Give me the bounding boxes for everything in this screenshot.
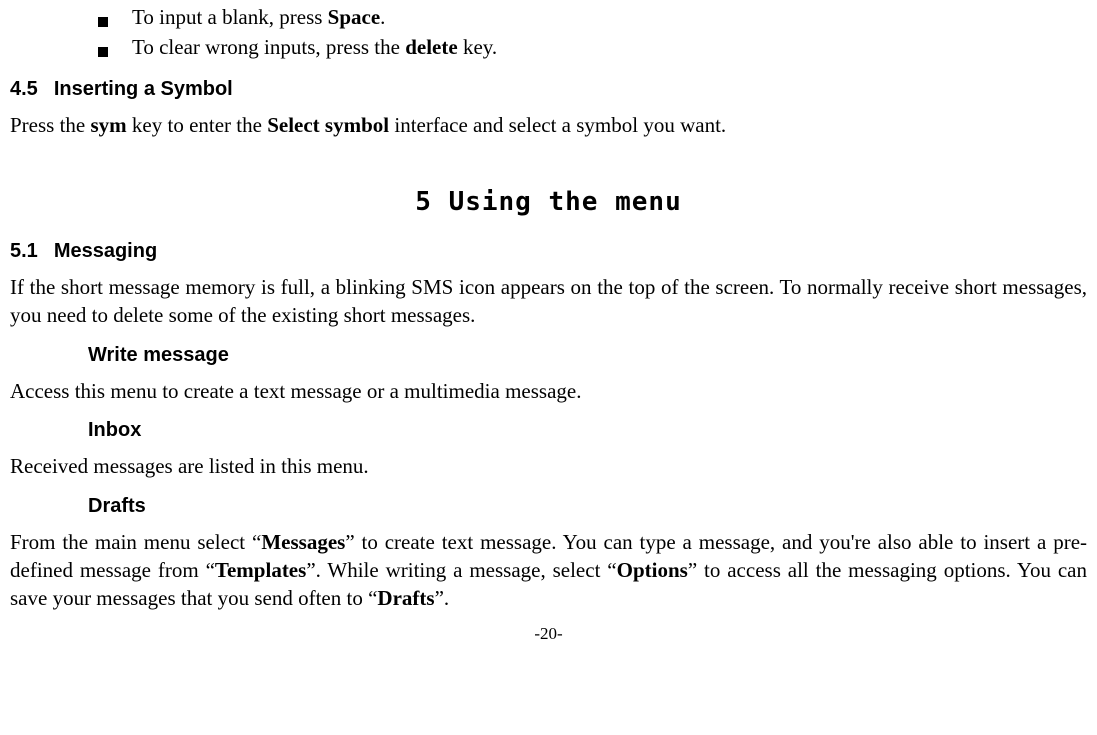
paragraph: Press the sym key to enter the Select sy… [10,111,1087,139]
bullet-item: To clear wrong inputs, press the delete … [10,33,1087,61]
section-title: Inserting a Symbol [54,78,233,100]
text: interface and select a symbol you want. [389,113,726,137]
section-heading-5-1: 5.1 Messaging [10,238,1087,265]
text: ”. [435,586,450,610]
bullet-item: To input a blank, press Space. [10,3,1087,31]
bold-text: Drafts [377,586,434,610]
chapter-heading-5: 5 Using the menu [10,185,1087,220]
bold-text: Select symbol [267,113,389,137]
bold-text: Options [617,558,688,582]
section-number: 4.5 [10,76,38,103]
section-heading-4-5: 4.5 Inserting a Symbol [10,76,1087,103]
paragraph: From the main menu select “Messages” to … [10,528,1087,613]
text: key to enter the [127,113,268,137]
bold-text: delete [405,35,457,59]
text: Press the [10,113,91,137]
text: From the main menu select “ [10,530,261,554]
bold-text: Templates [215,558,306,582]
text: . [380,5,385,29]
paragraph: Received messages are listed in this men… [10,452,1087,480]
paragraph: If the short message memory is full, a b… [10,273,1087,330]
page-number: -20- [10,623,1087,646]
sub-heading-drafts: Drafts [88,493,1087,520]
bullet-text: To clear wrong inputs, press the delete … [132,33,1087,61]
text: ”. While writing a message, select “ [306,558,616,582]
bold-text: sym [91,113,127,137]
bullet-list: To input a blank, press Space. To clear … [10,3,1087,62]
sub-heading-inbox: Inbox [88,417,1087,444]
text: To input a blank, press [132,5,328,29]
bold-text: Messages [261,530,345,554]
square-bullet-icon [98,47,108,57]
bullet-text: To input a blank, press Space. [132,3,1087,31]
paragraph: Access this menu to create a text messag… [10,377,1087,405]
square-bullet-icon [98,17,108,27]
section-title: Messaging [54,240,157,262]
text: key. [458,35,497,59]
text: To clear wrong inputs, press the [132,35,405,59]
bold-text: Space [328,5,381,29]
sub-heading-write-message: Write message [88,342,1087,369]
section-number: 5.1 [10,238,38,265]
